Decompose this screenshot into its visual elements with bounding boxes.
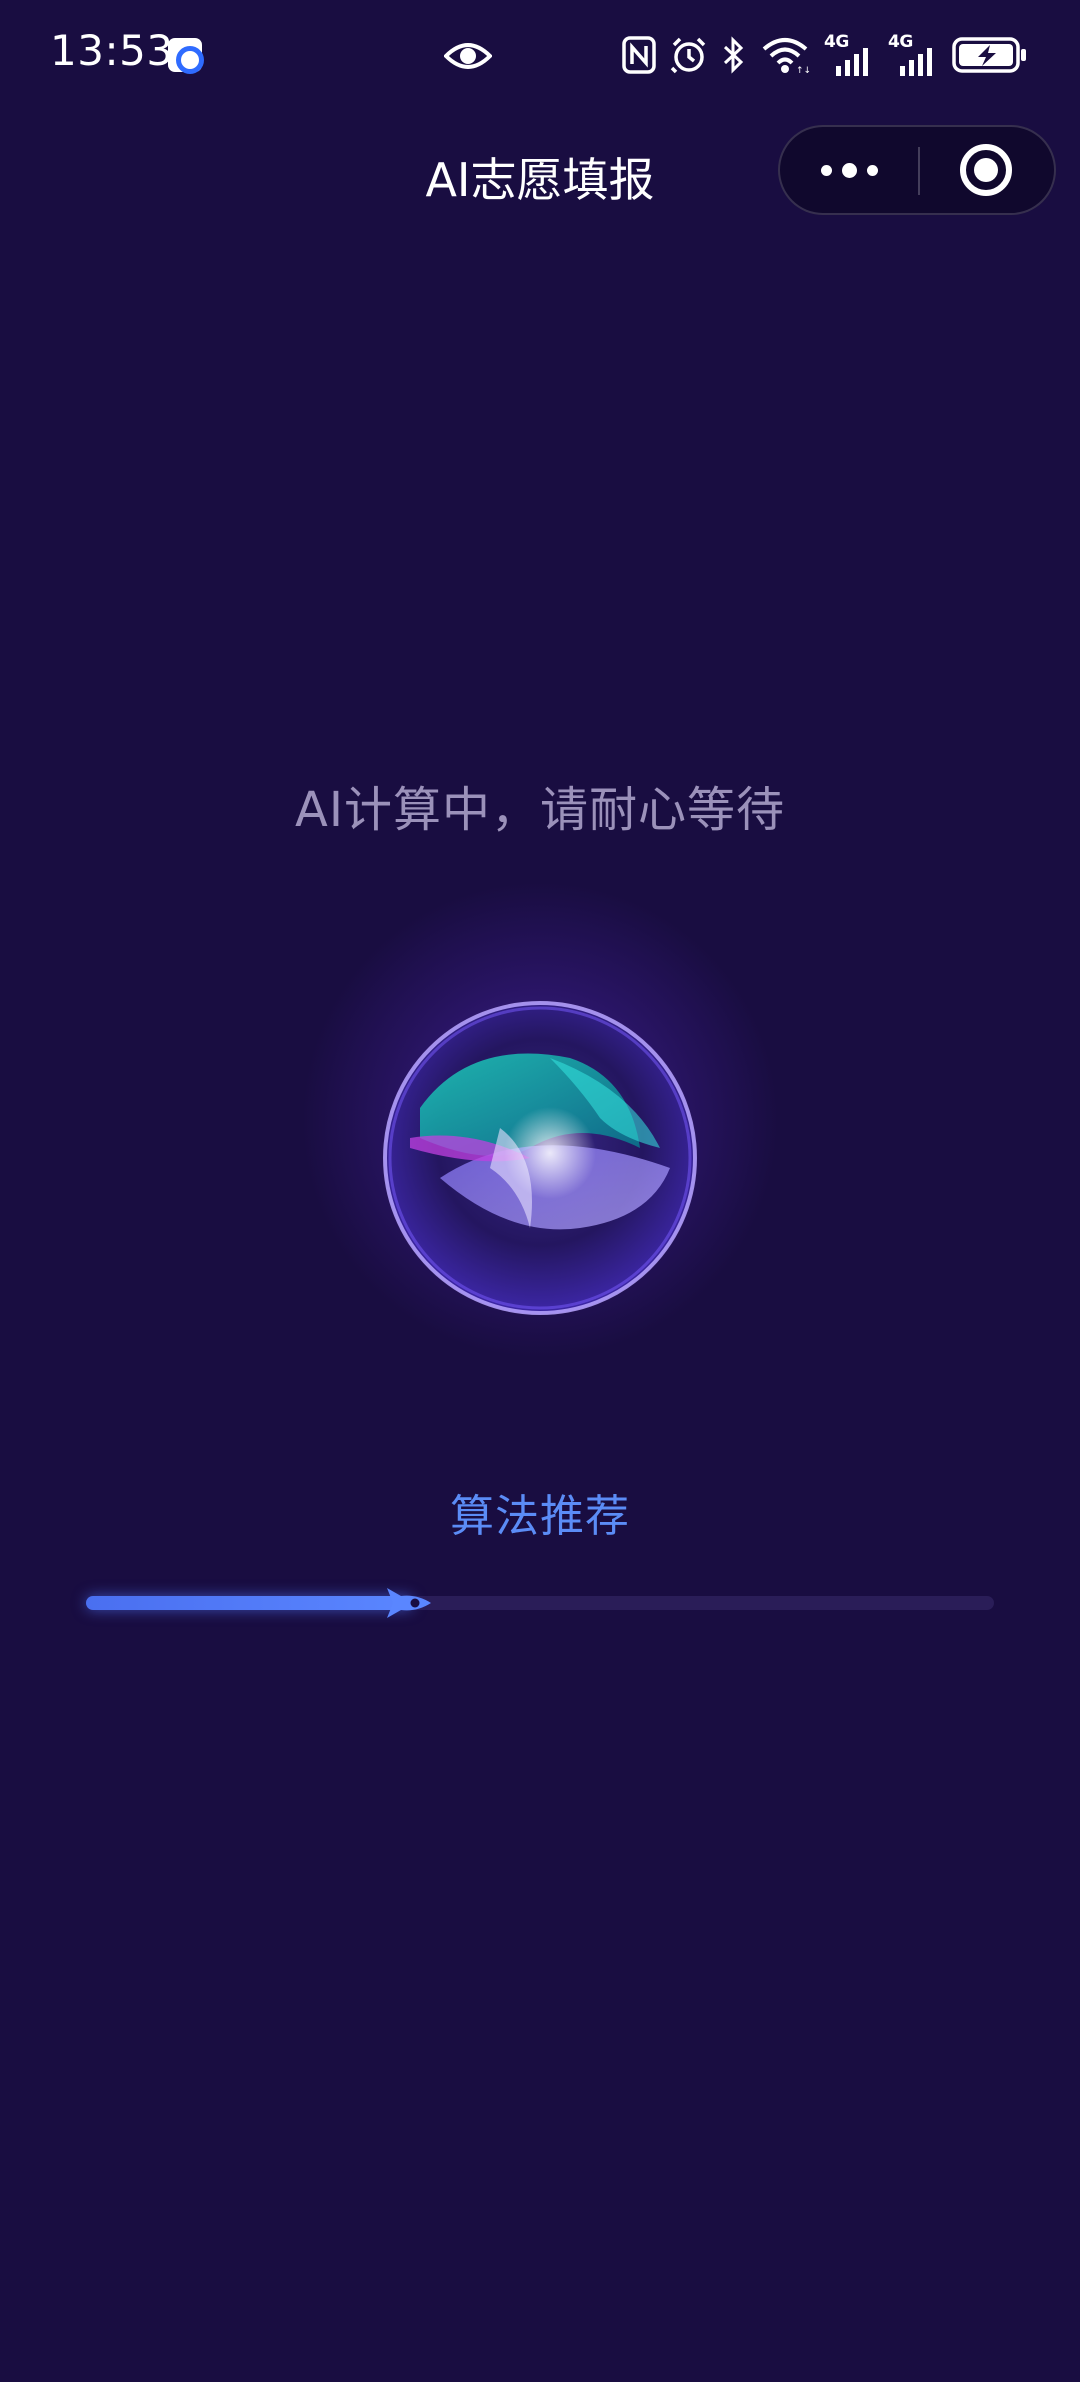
ai-orb-icon <box>383 1001 697 1315</box>
status-time: 13:53 <box>50 26 174 75</box>
app-notification-icon <box>168 38 204 74</box>
status-icons: ↑↓ 4G 4G <box>622 30 1028 80</box>
progress-bar <box>86 1588 994 1618</box>
eye-icon <box>444 43 492 69</box>
capsule-divider <box>918 147 920 195</box>
close-miniprogram-button[interactable] <box>960 144 1012 196</box>
signal-4g-icon-2: 4G <box>888 32 938 78</box>
page-title: AI志愿填报 <box>425 153 655 207</box>
miniprogram-capsule <box>778 125 1056 215</box>
status-bar: 13:53 ↑↓ 4G 4G <box>0 0 1080 112</box>
progress-fill <box>86 1596 413 1610</box>
rocket-icon <box>386 1588 431 1618</box>
wait-message: AI计算中，请耐心等待 <box>295 782 785 838</box>
current-step-label: 算法推荐 <box>450 1491 630 1542</box>
svg-text:↑↓: ↑↓ <box>796 66 810 75</box>
bluetooth-icon <box>723 36 744 74</box>
signal-4g-icon-1: 4G <box>824 32 874 78</box>
battery-charging-icon <box>952 37 1026 73</box>
more-options-button[interactable] <box>804 127 894 213</box>
screen: 13:53 ↑↓ 4G 4G AI志愿填报 AI计算中，请耐心等待 算法推荐 <box>0 0 1080 2382</box>
nfc-icon <box>622 36 656 74</box>
alarm-icon <box>670 37 706 74</box>
wifi-icon: ↑↓ <box>762 38 810 75</box>
